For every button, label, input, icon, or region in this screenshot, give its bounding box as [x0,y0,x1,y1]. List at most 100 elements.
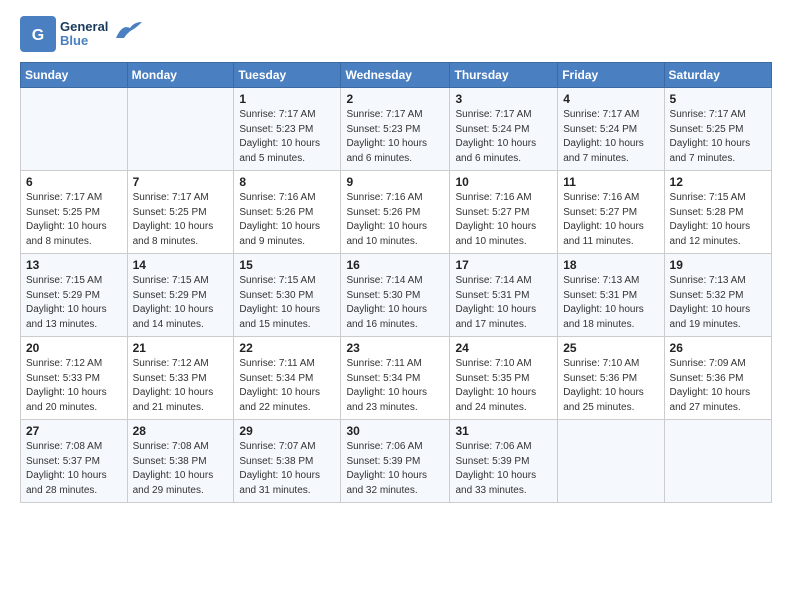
day-number: 22 [239,341,335,355]
day-info: Sunrise: 7:10 AM Sunset: 5:35 PM Dayligh… [455,357,552,415]
day-info: Sunrise: 7:07 AM Sunset: 5:38 PM Dayligh… [239,440,335,498]
calendar-cell: 25 Sunrise: 7:10 AM Sunset: 5:36 PM Dayli… [558,337,664,420]
calendar-cell: 3 Sunrise: 7:17 AM Sunset: 5:24 PM Daylig… [450,88,558,171]
day-number: 2 [346,92,444,106]
calendar-cell: 2 Sunrise: 7:17 AM Sunset: 5:23 PM Daylig… [341,88,450,171]
calendar-cell: 26 Sunrise: 7:09 AM Sunset: 5:36 PM Dayli… [664,337,771,420]
day-number: 9 [346,175,444,189]
day-info: Sunrise: 7:12 AM Sunset: 5:33 PM Dayligh… [26,357,122,415]
day-number: 11 [563,175,658,189]
day-info: Sunrise: 7:08 AM Sunset: 5:37 PM Dayligh… [26,440,122,498]
day-info: Sunrise: 7:11 AM Sunset: 5:34 PM Dayligh… [239,357,335,415]
calendar-cell: 14 Sunrise: 7:15 AM Sunset: 5:29 PM Dayli… [127,254,234,337]
day-number: 17 [455,258,552,272]
day-number: 4 [563,92,658,106]
weekday-header-sunday: Sunday [21,63,128,88]
weekday-header-thursday: Thursday [450,63,558,88]
day-info: Sunrise: 7:13 AM Sunset: 5:31 PM Dayligh… [563,274,658,332]
day-info: Sunrise: 7:15 AM Sunset: 5:29 PM Dayligh… [133,274,229,332]
calendar-cell: 21Sunrise: 7:12 AM Sunset: 5:33 PM Dayli… [127,337,234,420]
day-number: 26 [670,341,766,355]
weekday-header-monday: Monday [127,63,234,88]
day-info: Sunrise: 7:15 AM Sunset: 5:30 PM Dayligh… [239,274,335,332]
day-number: 20 [26,341,122,355]
calendar-cell: 22 Sunrise: 7:11 AM Sunset: 5:34 PM Dayli… [234,337,341,420]
calendar-cell: 20 Sunrise: 7:12 AM Sunset: 5:33 PM Dayli… [21,337,128,420]
day-number: 19 [670,258,766,272]
day-info: Sunrise: 7:17 AM Sunset: 5:23 PM Dayligh… [346,108,444,166]
day-info: Sunrise: 7:16 AM Sunset: 5:27 PM Dayligh… [455,191,552,249]
day-number: 8 [239,175,335,189]
calendar-cell [21,88,128,171]
calendar-cell [558,420,664,503]
day-info: Sunrise: 7:10 AM Sunset: 5:36 PM Dayligh… [563,357,658,415]
day-info: Sunrise: 7:17 AM Sunset: 5:24 PM Dayligh… [455,108,552,166]
page-header: G General Blue [20,16,772,52]
day-number: 23 [346,341,444,355]
calendar-cell: 10 Sunrise: 7:16 AM Sunset: 5:27 PM Dayli… [450,171,558,254]
day-number: 21 [133,341,229,355]
calendar-cell: 1 Sunrise: 7:17 AM Sunset: 5:23 PM Daylig… [234,88,341,171]
calendar-cell: 23 Sunrise: 7:11 AM Sunset: 5:34 PM Dayli… [341,337,450,420]
day-info: Sunrise: 7:06 AM Sunset: 5:39 PM Dayligh… [346,440,444,498]
day-info: Sunrise: 7:14 AM Sunset: 5:30 PM Dayligh… [346,274,444,332]
day-info: Sunrise: 7:09 AM Sunset: 5:36 PM Dayligh… [670,357,766,415]
day-number: 24 [455,341,552,355]
calendar-cell: 15 Sunrise: 7:15 AM Sunset: 5:30 PM Dayli… [234,254,341,337]
calendar-cell: 28 Sunrise: 7:08 AM Sunset: 5:38 PM Dayli… [127,420,234,503]
day-number: 7 [133,175,229,189]
day-number: 12 [670,175,766,189]
day-info: Sunrise: 7:08 AM Sunset: 5:38 PM Dayligh… [133,440,229,498]
day-info: Sunrise: 7:17 AM Sunset: 5:23 PM Dayligh… [239,108,335,166]
calendar-cell: 16 Sunrise: 7:14 AM Sunset: 5:30 PM Dayli… [341,254,450,337]
day-number: 1 [239,92,335,106]
weekday-header-friday: Friday [558,63,664,88]
calendar-cell: 29 Sunrise: 7:07 AM Sunset: 5:38 PM Dayli… [234,420,341,503]
weekday-header-tuesday: Tuesday [234,63,341,88]
day-info: Sunrise: 7:15 AM Sunset: 5:29 PM Dayligh… [26,274,122,332]
day-number: 27 [26,424,122,438]
weekday-header-wednesday: Wednesday [341,63,450,88]
calendar-cell: 9 Sunrise: 7:16 AM Sunset: 5:26 PM Daylig… [341,171,450,254]
day-number: 18 [563,258,658,272]
calendar-cell: 19 Sunrise: 7:13 AM Sunset: 5:32 PM Dayli… [664,254,771,337]
day-number: 15 [239,258,335,272]
day-info: Sunrise: 7:15 AM Sunset: 5:28 PM Dayligh… [670,191,766,249]
day-number: 30 [346,424,444,438]
calendar-table: SundayMondayTuesdayWednesdayThursdayFrid… [20,62,772,503]
day-info: Sunrise: 7:14 AM Sunset: 5:31 PM Dayligh… [455,274,552,332]
calendar-cell: 27 Sunrise: 7:08 AM Sunset: 5:37 PM Dayli… [21,420,128,503]
calendar-cell: 7 Sunrise: 7:17 AM Sunset: 5:25 PM Daylig… [127,171,234,254]
day-info: Sunrise: 7:17 AM Sunset: 5:25 PM Dayligh… [133,191,229,249]
day-number: 29 [239,424,335,438]
calendar-cell: 5 Sunrise: 7:17 AM Sunset: 5:25 PM Daylig… [664,88,771,171]
day-number: 31 [455,424,552,438]
calendar-cell: 12 Sunrise: 7:15 AM Sunset: 5:28 PM Dayli… [664,171,771,254]
calendar-cell: 8 Sunrise: 7:16 AM Sunset: 5:26 PM Daylig… [234,171,341,254]
day-number: 5 [670,92,766,106]
day-info: Sunrise: 7:11 AM Sunset: 5:34 PM Dayligh… [346,357,444,415]
day-number: 14 [133,258,229,272]
day-number: 10 [455,175,552,189]
day-info: Sunrise: 7:17 AM Sunset: 5:24 PM Dayligh… [563,108,658,166]
day-number: 3 [455,92,552,106]
day-number: 28 [133,424,229,438]
day-info: Sunrise: 7:13 AM Sunset: 5:32 PM Dayligh… [670,274,766,332]
calendar-cell: 30 Sunrise: 7:06 AM Sunset: 5:39 PM Dayli… [341,420,450,503]
day-number: 25 [563,341,658,355]
calendar-cell: 18 Sunrise: 7:13 AM Sunset: 5:31 PM Dayli… [558,254,664,337]
logo: G General Blue [20,16,142,52]
day-number: 6 [26,175,122,189]
day-info: Sunrise: 7:16 AM Sunset: 5:26 PM Dayligh… [346,191,444,249]
calendar-cell [664,420,771,503]
day-number: 13 [26,258,122,272]
day-info: Sunrise: 7:17 AM Sunset: 5:25 PM Dayligh… [670,108,766,166]
day-info: Sunrise: 7:06 AM Sunset: 5:39 PM Dayligh… [455,440,552,498]
calendar-cell [127,88,234,171]
calendar-cell: 24 Sunrise: 7:10 AM Sunset: 5:35 PM Dayli… [450,337,558,420]
calendar-cell: 31 Sunrise: 7:06 AM Sunset: 5:39 PM Dayli… [450,420,558,503]
day-info: Sunrise: 7:16 AM Sunset: 5:26 PM Dayligh… [239,191,335,249]
svg-text:G: G [32,27,44,44]
calendar-cell: 17 Sunrise: 7:14 AM Sunset: 5:31 PM Dayli… [450,254,558,337]
day-number: 16 [346,258,444,272]
